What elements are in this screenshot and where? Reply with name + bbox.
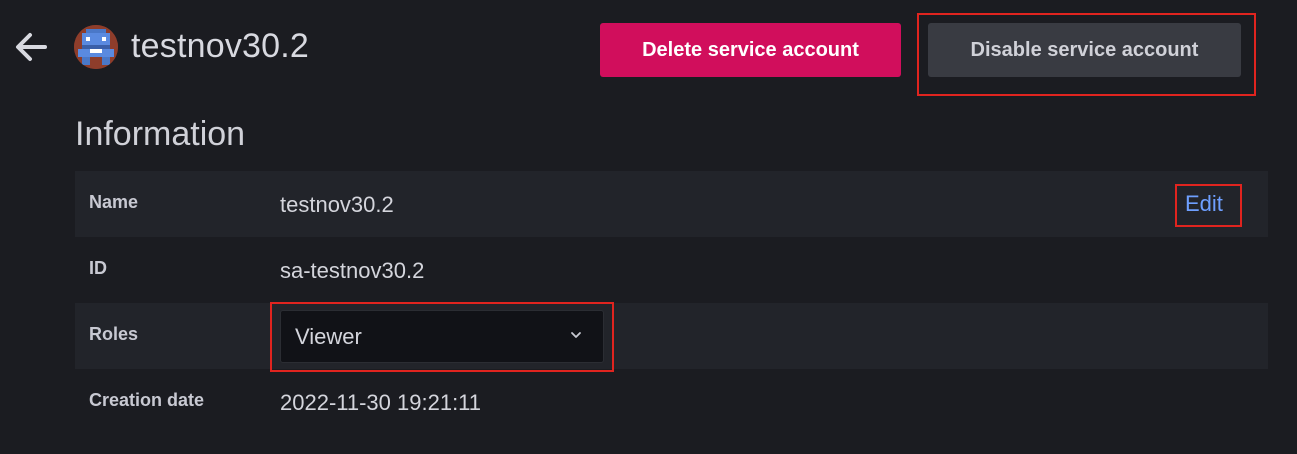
roles-select-value: Viewer xyxy=(295,324,362,349)
chevron-down-icon xyxy=(571,332,581,338)
back-button[interactable] xyxy=(12,28,50,66)
roles-label: Roles xyxy=(89,324,139,344)
robot-avatar-icon xyxy=(74,25,118,69)
creation-date-value: 2022-11-30 19:21:11 xyxy=(280,390,482,415)
service-account-page: testnov30.2 Delete service account Disab… xyxy=(0,0,1297,454)
delete-service-account-button[interactable]: Delete service account xyxy=(600,23,901,77)
page-title: testnov30.2 xyxy=(131,27,309,65)
info-row-creation-date: Creation date 2022-11-30 19:21:11 xyxy=(75,369,1268,435)
info-row-roles: Roles xyxy=(75,303,1268,369)
disable-service-account-button[interactable]: Disable service account xyxy=(928,23,1241,77)
roles-select[interactable]: Viewer xyxy=(280,310,604,363)
info-row-name: Name testnov30.2 xyxy=(75,171,1268,237)
id-label: ID xyxy=(89,258,107,278)
name-label: Name xyxy=(89,192,139,212)
name-value: testnov30.2 xyxy=(280,192,394,217)
section-title: Information xyxy=(75,115,246,153)
creation-date-label: Creation date xyxy=(89,390,205,410)
info-row-id: ID sa-testnov30.2 xyxy=(75,237,1268,303)
id-value: sa-testnov30.2 xyxy=(280,258,425,283)
edit-name-link[interactable]: Edit xyxy=(1185,191,1223,217)
arrow-left-icon xyxy=(16,33,47,61)
